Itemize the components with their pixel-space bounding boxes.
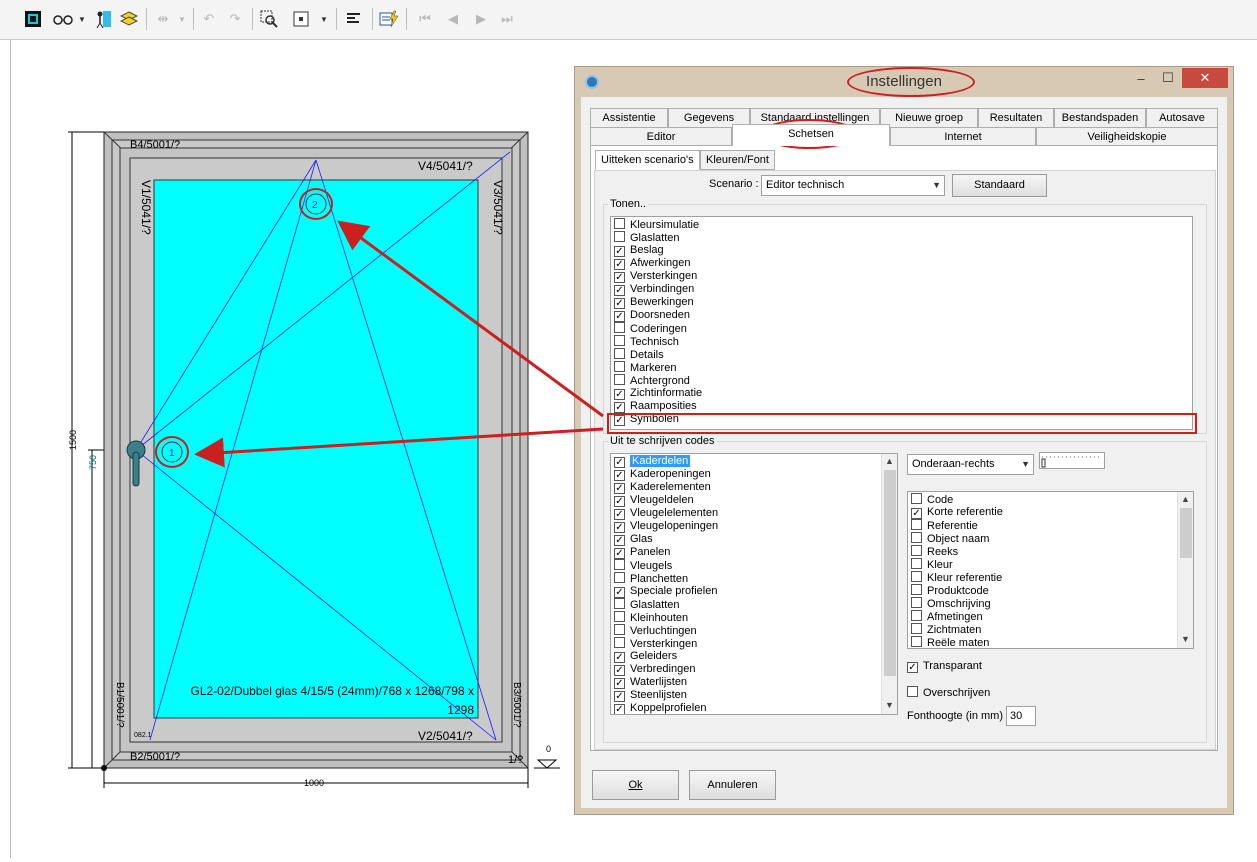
tab-schetsen[interactable]: Schetsen — [732, 124, 890, 146]
annotation-arrows — [194, 220, 604, 468]
